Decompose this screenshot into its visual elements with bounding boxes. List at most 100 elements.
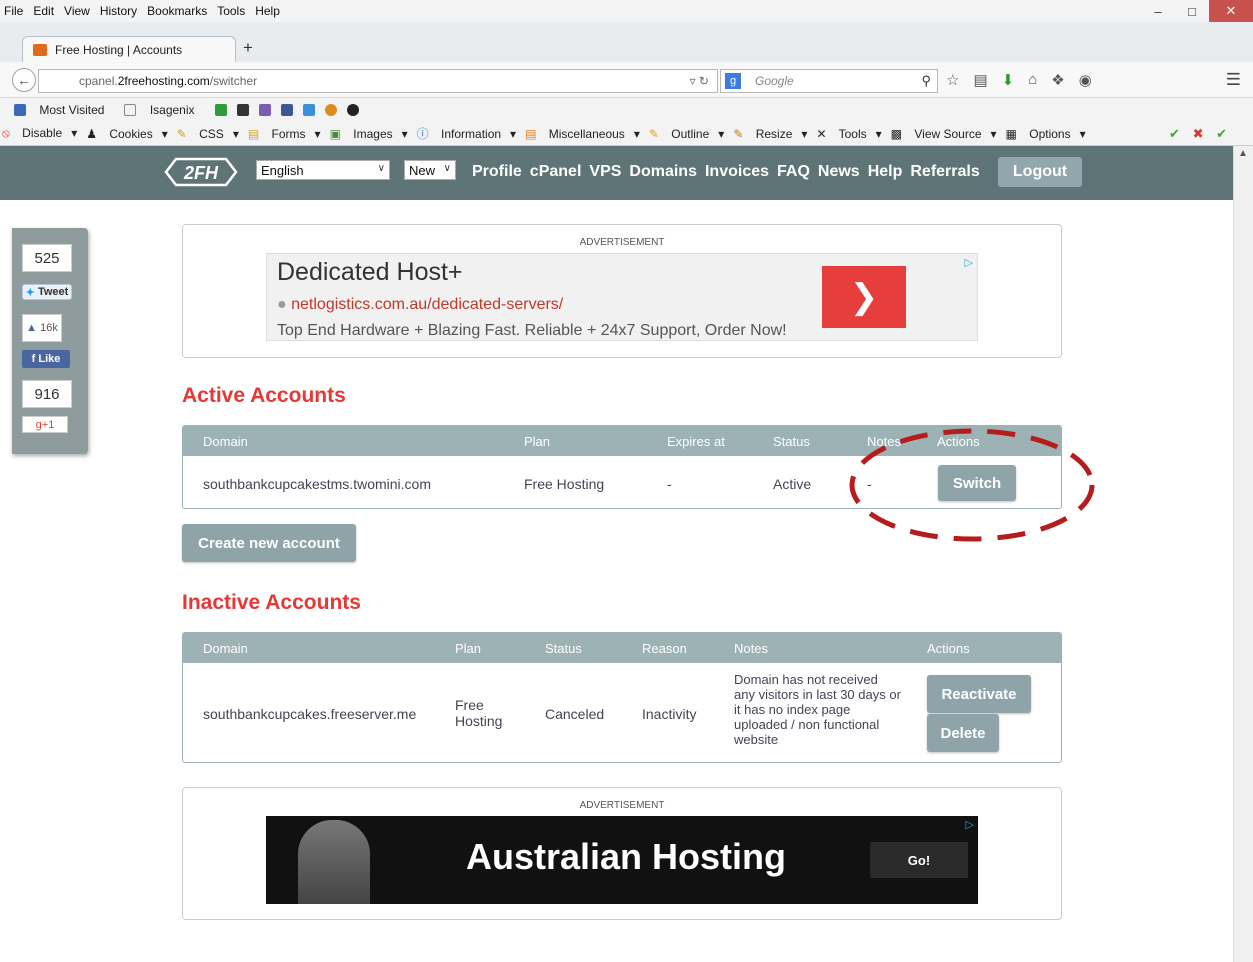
forms-menu[interactable]: ▤ Forms ▾: [248, 127, 321, 141]
chevron-down-icon: ∨: [377, 163, 385, 174]
menu-edit[interactable]: Edit: [33, 4, 54, 18]
menu-history[interactable]: History: [100, 4, 137, 18]
inactive-accounts-table: Domain Plan Status Reason Notes Actions …: [182, 632, 1062, 763]
nav-faq[interactable]: FAQ: [777, 163, 810, 181]
nav-profile[interactable]: Profile: [472, 163, 522, 181]
star-icon[interactable]: ☆: [946, 71, 959, 89]
hamburger-menu-icon[interactable]: ☰: [1226, 70, 1241, 90]
ad-banner-dedicated[interactable]: Dedicated Host+ ● netlogistics.com.au/de…: [266, 253, 978, 341]
nav-referrals[interactable]: Referrals: [910, 163, 979, 181]
close-icon[interactable]: ✕: [1209, 0, 1253, 22]
back-arrow-icon[interactable]: ←: [12, 68, 36, 92]
error-icon[interactable]: ✖: [1193, 126, 1204, 141]
ad-go-button[interactable]: Go!: [870, 842, 968, 878]
bookmark-icon[interactable]: [236, 104, 249, 116]
chevron-right-icon[interactable]: ❯: [822, 266, 906, 328]
check-icon[interactable]: ✔: [1216, 126, 1227, 141]
menu-file[interactable]: File: [4, 4, 23, 18]
page-scrollbar[interactable]: ▲: [1233, 146, 1253, 962]
minimize-icon[interactable]: –: [1141, 0, 1175, 22]
active-accounts-title: Active Accounts: [182, 384, 346, 407]
bookmark-list-icon[interactable]: ▤: [973, 71, 987, 89]
bookmark-icon[interactable]: [324, 104, 337, 116]
facebook-icon[interactable]: [280, 104, 293, 116]
col-expires: Expires at: [667, 434, 725, 449]
adchoices-icon[interactable]: ▷: [966, 818, 974, 831]
view-source-menu[interactable]: ▩ View Source ▾: [891, 127, 997, 141]
miscellaneous-menu[interactable]: ▤ Miscellaneous ▾: [525, 127, 640, 141]
nav-news[interactable]: News: [818, 163, 860, 181]
tweet-button[interactable]: ✦ Tweet: [22, 284, 72, 300]
new-tab-icon[interactable]: +: [243, 38, 253, 58]
check-icon[interactable]: ✔: [1169, 126, 1180, 141]
tab-title: Free Hosting | Accounts: [55, 43, 183, 57]
facebook-like-button[interactable]: f Like: [22, 350, 70, 368]
view-source-icon: ▩: [890, 126, 903, 141]
resize-menu[interactable]: ✎ Resize ▾: [733, 127, 807, 141]
addon-icon[interactable]: ◉: [1079, 71, 1092, 89]
col-domain: Domain: [203, 434, 248, 449]
tools-menu[interactable]: ✕ Tools ▾: [816, 127, 881, 141]
disable-menu[interactable]: ⦸ Disable ▾: [2, 126, 77, 141]
reactivate-button[interactable]: Reactivate: [927, 675, 1031, 713]
tab-accounts[interactable]: Free Hosting | Accounts: [22, 36, 236, 63]
tweet-count: 525: [22, 244, 72, 272]
scroll-up-icon[interactable]: ▲: [1238, 148, 1248, 159]
bookmark-most-visited[interactable]: Most Visited: [14, 103, 114, 117]
ad-url[interactable]: ● netlogistics.com.au/dedicated-servers/: [277, 296, 563, 314]
ad-title[interactable]: Dedicated Host+: [277, 258, 463, 287]
extension-icon[interactable]: ❖: [1051, 71, 1064, 89]
nav-help[interactable]: Help: [868, 163, 903, 181]
search-input[interactable]: g Google ⚲: [720, 69, 938, 93]
adchoices-icon[interactable]: ▷: [965, 256, 973, 269]
create-account-button[interactable]: Create new account: [182, 524, 356, 562]
search-icon[interactable]: ⚲: [921, 73, 931, 89]
menu-tools[interactable]: Tools: [217, 4, 245, 18]
bookmark-icon[interactable]: [214, 104, 227, 116]
cookies-menu[interactable]: ♟ Cookies ▾: [86, 127, 168, 141]
ad-url-text: netlogistics.com.au/dedicated-servers/: [291, 296, 564, 313]
menu-view[interactable]: View: [64, 4, 90, 18]
nav-invoices[interactable]: Invoices: [705, 163, 769, 181]
tab-strip: Free Hosting | Accounts +: [0, 22, 1253, 63]
reload-icon[interactable]: ▿ ↻: [690, 74, 709, 88]
col-plan: Plan: [455, 641, 482, 656]
annotation-ellipse: [849, 428, 1095, 542]
menu-help[interactable]: Help: [255, 4, 280, 18]
bookmark-isagenix[interactable]: Isagenix: [124, 103, 204, 117]
outline-menu[interactable]: ✎ Outline ▾: [649, 127, 724, 141]
toolbar-label: Images: [353, 126, 393, 141]
nav-domains[interactable]: Domains: [629, 163, 697, 181]
row-notes: Domain has not received any visitors in …: [734, 672, 901, 747]
google-icon[interactable]: g: [725, 73, 741, 89]
url-bar[interactable]: cpanel. 2freehosting.com/switcher ▿ ↻: [38, 69, 718, 93]
logout-button[interactable]: Logout: [998, 157, 1082, 187]
site-logo[interactable]: 2FH: [162, 156, 240, 188]
bookmark-icon[interactable]: [258, 104, 271, 116]
toolbar-label: Disable: [22, 126, 63, 140]
new-select[interactable]: New ∨: [404, 160, 456, 180]
forms-icon: ▤: [247, 126, 260, 141]
language-select[interactable]: English ∨: [256, 160, 390, 180]
options-menu[interactable]: ▦ Options ▾: [1006, 127, 1086, 141]
toolbar-label: Cookies: [109, 126, 153, 141]
information-menu[interactable]: ⓘ Information ▾: [417, 125, 516, 142]
nav-vps[interactable]: VPS: [589, 163, 621, 181]
new-value: New: [409, 162, 436, 178]
bookmark-icon[interactable]: [346, 104, 359, 116]
ad-banner-australian-hosting[interactable]: Australian Hosting Go! ▷: [266, 816, 978, 904]
images-menu[interactable]: ▣ Images ▾: [330, 127, 408, 141]
menu-bookmarks[interactable]: Bookmarks: [147, 4, 207, 18]
gplus-button[interactable]: g+1: [22, 416, 68, 433]
download-icon[interactable]: ⬇: [1002, 71, 1015, 89]
outline-icon: ✎: [648, 126, 659, 141]
home-icon[interactable]: ⌂: [1028, 71, 1037, 89]
delete-button[interactable]: Delete: [927, 714, 999, 752]
nav-cpanel[interactable]: cPanel: [530, 163, 582, 181]
ad-title[interactable]: Australian Hosting: [466, 836, 786, 878]
css-menu[interactable]: ✎ CSS ▾: [177, 127, 239, 141]
maximize-icon[interactable]: □: [1175, 0, 1209, 22]
images-icon: ▣: [329, 126, 341, 141]
col-reason: Reason: [642, 641, 687, 656]
bookmark-icon[interactable]: [302, 104, 315, 116]
